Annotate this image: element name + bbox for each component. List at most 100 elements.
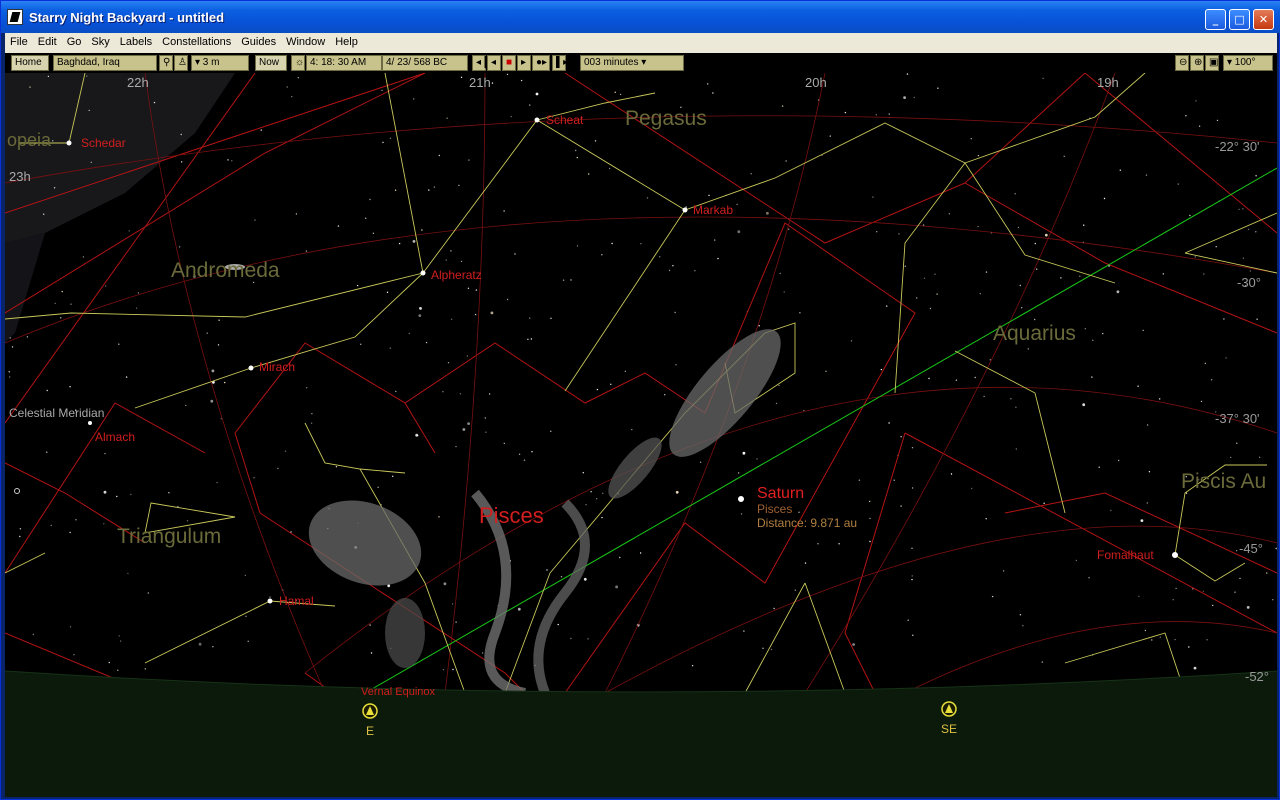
time-step-dropdown[interactable]: 003 minutes ▾ — [580, 55, 684, 71]
label-vernal-equinox[interactable]: Vernal Equinox — [361, 686, 435, 698]
background-star — [128, 230, 130, 232]
label-hamal[interactable]: Hamal — [279, 594, 314, 608]
play-icon[interactable]: ▸ — [517, 55, 531, 71]
fov-dropdown[interactable]: ▾ 100° — [1223, 55, 1273, 71]
background-star — [1223, 318, 1225, 320]
observer-icon[interactable]: ♙ — [174, 55, 188, 71]
menu-labels[interactable]: Labels — [115, 33, 157, 51]
background-star — [907, 619, 909, 621]
star-fomalhaut[interactable] — [1172, 552, 1178, 558]
viewpoint-icon[interactable]: ⚲ — [159, 55, 173, 71]
background-star — [664, 394, 666, 396]
label-pegasus[interactable]: Pegasus — [625, 107, 707, 130]
star-schedar[interactable] — [66, 140, 72, 146]
background-star — [906, 73, 909, 75]
menu-sky[interactable]: Sky — [86, 33, 114, 51]
label-alpheratz[interactable]: Alpheratz — [431, 268, 482, 282]
background-star — [412, 240, 416, 243]
step-forward-icon[interactable]: ●▸ — [532, 55, 550, 71]
titlebar[interactable]: Starry Night Backyard - untitled _ □ ✕ — [1, 1, 1280, 33]
background-star — [1151, 639, 1153, 641]
ra-label-22h: 22h — [127, 75, 149, 90]
background-star — [417, 434, 419, 437]
location-field[interactable]: Baghdad, Iraq — [53, 55, 157, 71]
label-almach[interactable]: Almach — [95, 430, 135, 444]
background-star — [911, 547, 913, 549]
background-star — [1210, 379, 1213, 381]
label-fomalhaut[interactable]: Fomalhaut — [1097, 548, 1154, 562]
background-star — [685, 206, 687, 208]
background-star — [490, 311, 494, 315]
menu-guides[interactable]: Guides — [236, 33, 281, 51]
sun-icon[interactable]: ☼ — [291, 55, 305, 71]
label-pisces[interactable]: Pisces — [479, 503, 544, 528]
step-back-icon[interactable]: ◂ — [487, 55, 501, 71]
elevation-dropdown[interactable]: ▾ 3 m — [191, 55, 249, 71]
date-field[interactable]: 4/ 23/ 568 BC — [382, 55, 468, 71]
background-star — [459, 393, 462, 395]
label-schedar[interactable]: Schedar — [81, 136, 126, 150]
minimize-button[interactable]: _ — [1205, 9, 1226, 30]
background-star — [1239, 577, 1241, 580]
background-star — [1036, 268, 1038, 270]
background-star — [672, 265, 674, 267]
label-cassiopeia[interactable]: opeia — [7, 130, 52, 150]
star-scheat[interactable] — [534, 117, 540, 123]
close-button[interactable]: ✕ — [1253, 9, 1274, 30]
background-star — [674, 311, 676, 314]
star-markab[interactable] — [682, 207, 688, 213]
background-star — [596, 388, 599, 391]
time-field[interactable]: 4: 18: 30 AM — [306, 55, 382, 71]
star-mirach[interactable] — [248, 365, 254, 371]
background-star — [707, 83, 709, 85]
now-button[interactable]: Now — [255, 55, 287, 71]
step-forward-fast-icon[interactable]: ▌▸ — [552, 55, 568, 71]
menu-window[interactable]: Window — [281, 33, 330, 51]
menu-file[interactable]: File — [5, 33, 33, 51]
menu-go[interactable]: Go — [62, 33, 87, 51]
background-star — [570, 279, 572, 281]
zoom-in-icon[interactable]: ⊕ — [1190, 55, 1204, 71]
star-alpheratz[interactable] — [420, 270, 426, 276]
label-markab[interactable]: Markab — [693, 203, 733, 217]
menu-help[interactable]: Help — [330, 33, 363, 51]
saturn-marker[interactable] — [738, 496, 744, 502]
background-star — [799, 312, 801, 314]
label-andromeda[interactable]: Andromeda — [171, 259, 280, 282]
ra-label-23h: 23h — [9, 169, 31, 184]
background-star — [582, 472, 584, 474]
background-star — [206, 332, 208, 334]
background-star — [1198, 125, 1201, 127]
background-star — [979, 293, 981, 295]
maximize-button[interactable]: □ — [1229, 9, 1250, 30]
label-piscis-austrinus[interactable]: Piscis Au — [1181, 470, 1266, 493]
background-star — [829, 135, 831, 137]
sky-canvas[interactable]: 22h 21h 20h 19h 23h -22° 30' -30° -37° 3… — [5, 73, 1277, 797]
background-star — [640, 243, 642, 245]
step-back-fast-icon[interactable]: ◂▐ — [472, 55, 488, 71]
background-star — [928, 377, 930, 380]
sky-view[interactable]: 22h 21h 20h 19h 23h -22° 30' -30° -37° 3… — [5, 73, 1277, 797]
background-star — [245, 615, 247, 617]
star-hamal[interactable] — [267, 598, 273, 604]
label-celestial-meridian[interactable]: Celestial Meridian — [9, 406, 104, 420]
background-star — [395, 390, 397, 393]
app-icon[interactable] — [7, 9, 23, 25]
background-star — [991, 595, 994, 598]
star-almach[interactable] — [88, 421, 92, 425]
saturn-label[interactable]: Saturn — [757, 485, 804, 502]
background-star — [750, 173, 752, 175]
label-mirach[interactable]: Mirach — [259, 360, 295, 374]
background-star — [1017, 226, 1020, 229]
stop-icon[interactable]: ■ — [502, 55, 516, 71]
zoom-out-icon[interactable]: ⊖ — [1175, 55, 1189, 71]
label-aquarius[interactable]: Aquarius — [993, 322, 1076, 345]
label-scheat[interactable]: Scheat — [546, 113, 584, 127]
menu-constellations[interactable]: Constellations — [157, 33, 236, 51]
zoom-box-icon[interactable]: ▣ — [1205, 55, 1219, 71]
menu-edit[interactable]: Edit — [33, 33, 62, 51]
background-star — [737, 230, 741, 234]
label-triangulum[interactable]: Triangulum — [117, 525, 221, 548]
home-button[interactable]: Home — [11, 55, 49, 71]
background-star — [212, 646, 214, 648]
